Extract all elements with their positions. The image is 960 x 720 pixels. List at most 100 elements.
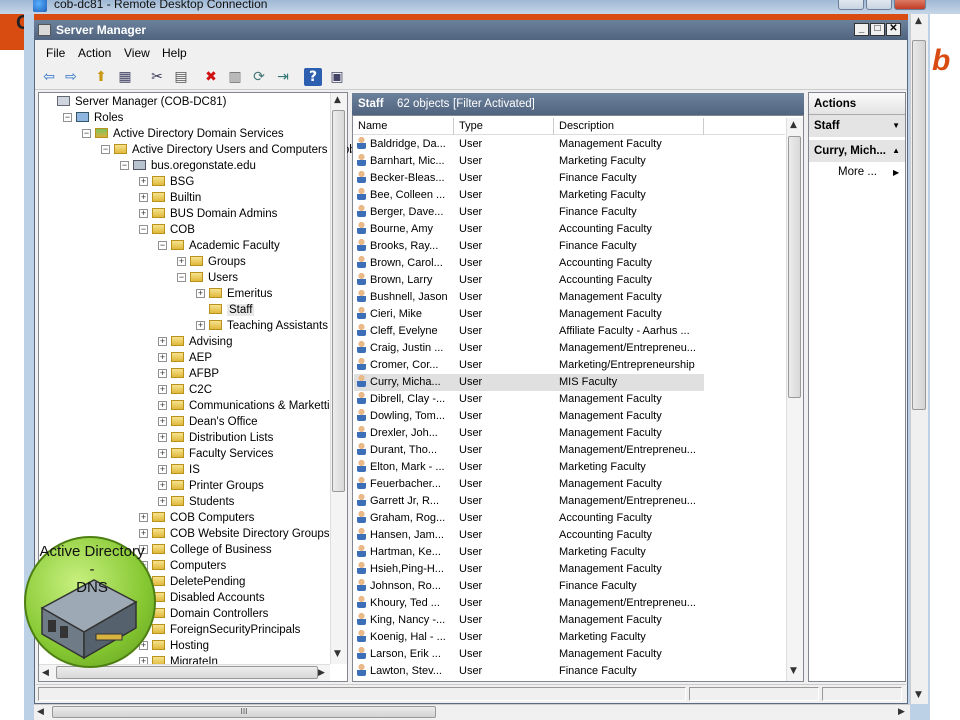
expand-icon[interactable]: + bbox=[158, 433, 167, 443]
tree-node[interactable]: − Roles bbox=[63, 110, 123, 126]
scroll-down-arrow-icon[interactable]: ▼ bbox=[915, 690, 922, 700]
tree-node[interactable]: + Printer Groups bbox=[158, 478, 264, 494]
tree-node[interactable]: + Communications & Marketting bbox=[158, 398, 342, 414]
sm-maximize-button[interactable]: □ bbox=[870, 23, 885, 36]
actions-section-staff[interactable]: Staff ▼ bbox=[809, 115, 905, 137]
tree-node[interactable]: + AFBP bbox=[158, 366, 219, 382]
table-row[interactable]: Curry, Micha... User MIS Faculty bbox=[354, 374, 704, 391]
table-row[interactable]: Cieri, Mike User Management Faculty bbox=[354, 306, 704, 323]
export-list-icon[interactable]: ⇥ bbox=[274, 68, 292, 86]
table-row[interactable]: Bourne, Amy User Accounting Faculty bbox=[354, 221, 704, 238]
table-row[interactable]: Barnhart, Mic... User Marketing Faculty bbox=[354, 153, 704, 170]
table-row[interactable]: Graham, Rog... User Accounting Faculty bbox=[354, 510, 704, 527]
expand-icon[interactable]: + bbox=[177, 257, 186, 267]
show-hide-tree-icon[interactable]: ▦ bbox=[116, 68, 134, 86]
tree-node[interactable]: − Active Directory Users and Computers [ … bbox=[101, 142, 360, 158]
scroll-left-arrow-icon[interactable]: ◀ bbox=[42, 668, 49, 678]
sm-minimize-button[interactable]: _ bbox=[854, 23, 869, 36]
tree-node[interactable]: − bus.oregonstate.edu bbox=[120, 158, 256, 174]
tree-node[interactable]: + AEP bbox=[158, 350, 212, 366]
chevron-up-icon[interactable]: ▲ bbox=[892, 140, 900, 162]
tree-node[interactable]: + Advising bbox=[158, 334, 232, 350]
table-row[interactable]: Drexler, Joh... User Management Faculty bbox=[354, 425, 704, 442]
tree-node[interactable]: + Emeritus bbox=[196, 286, 272, 302]
table-row[interactable]: Bee, Colleen ... User Marketing Faculty bbox=[354, 187, 704, 204]
sm-close-button[interactable]: ✕ bbox=[886, 23, 901, 36]
table-row[interactable]: Becker-Bleas... User Finance Faculty bbox=[354, 170, 704, 187]
tree-node[interactable]: Staff bbox=[196, 302, 255, 318]
tree-node[interactable]: + C2C bbox=[158, 382, 212, 398]
table-row[interactable]: Dowling, Tom... User Management Faculty bbox=[354, 408, 704, 425]
scroll-left-arrow-icon[interactable]: ◀ bbox=[37, 707, 44, 717]
tree-node[interactable]: + College of Business bbox=[139, 542, 272, 558]
tree-node[interactable]: + Faculty Services bbox=[158, 446, 273, 462]
expand-icon[interactable]: + bbox=[158, 401, 167, 411]
table-row[interactable]: Hartman, Ke... User Marketing Faculty bbox=[354, 544, 704, 561]
tree-node[interactable]: + Teaching Assistants bbox=[196, 318, 328, 334]
table-row[interactable]: Berger, Dave... User Finance Faculty bbox=[354, 204, 704, 221]
expand-icon[interactable]: + bbox=[139, 193, 148, 203]
tree-node[interactable]: + IS bbox=[158, 462, 200, 478]
actions-section-user[interactable]: Curry, Mich... ▲ bbox=[809, 140, 905, 162]
expand-icon[interactable]: + bbox=[196, 289, 205, 299]
tree-node[interactable]: + Students bbox=[158, 494, 234, 510]
expand-icon[interactable]: + bbox=[158, 481, 167, 491]
expand-icon[interactable]: + bbox=[158, 385, 167, 395]
scroll-right-arrow-icon[interactable]: ▶ bbox=[318, 668, 325, 678]
tree-node[interactable]: + COB Website Directory Groups bbox=[139, 526, 330, 542]
tree-node[interactable]: − Academic Faculty bbox=[158, 238, 280, 254]
tree-node[interactable]: − Active Directory Domain Services bbox=[82, 126, 284, 142]
back-arrow-icon[interactable]: ⇦ bbox=[40, 68, 58, 86]
column-header-type[interactable]: Type bbox=[454, 118, 554, 135]
table-row[interactable]: Khoury, Ted ... User Management/Entreprene… bbox=[354, 595, 704, 612]
scroll-up-arrow-icon[interactable]: ▲ bbox=[790, 120, 797, 130]
tree-node[interactable]: + Groups bbox=[177, 254, 246, 270]
tree-node[interactable]: +Disabled Accounts bbox=[139, 590, 265, 606]
table-row[interactable]: Dibrell, Clay -... User Management Faculty bbox=[354, 391, 704, 408]
tree-node[interactable]: + BSG bbox=[139, 174, 194, 190]
table-row[interactable]: Larson, Erik ... User Management Faculty bbox=[354, 646, 704, 663]
tree-node[interactable]: +ForeignSecurityPrincipals bbox=[139, 622, 300, 638]
table-row[interactable]: Lawton, Stev... User Finance Faculty bbox=[354, 663, 704, 680]
table-row[interactable]: Durant, Tho... User Management/Entrepreneu… bbox=[354, 442, 704, 459]
cut-icon[interactable]: ✂ bbox=[148, 68, 166, 86]
expand-icon[interactable]: + bbox=[158, 497, 167, 507]
more-actions-item[interactable]: More ... ▶ bbox=[838, 166, 899, 178]
table-row[interactable]: Bushnell, Jason User Management Faculty bbox=[354, 289, 704, 306]
menu-file[interactable]: File bbox=[46, 46, 65, 60]
copy-icon[interactable]: ▤ bbox=[172, 68, 190, 86]
rdp-title-bar[interactable]: cob-dc81 - Remote Desktop Connection bbox=[0, 0, 960, 14]
tree-node[interactable]: + Dean's Office bbox=[158, 414, 257, 430]
rdp-vertical-scroll-thumb[interactable] bbox=[912, 40, 926, 410]
tree-node[interactable]: + Builtin bbox=[139, 190, 201, 206]
tree-node[interactable]: − Users bbox=[177, 270, 238, 286]
delete-icon[interactable]: ✖ bbox=[202, 68, 220, 86]
table-row[interactable]: Koenig, Hal - ... User Marketing Faculty bbox=[354, 629, 704, 646]
table-row[interactable]: Cleff, Evelyne User Affiliate Faculty - Aa… bbox=[354, 323, 704, 340]
expand-icon[interactable]: + bbox=[139, 209, 148, 219]
refresh-icon[interactable]: ⟳ bbox=[250, 68, 268, 86]
menu-help[interactable]: Help bbox=[162, 46, 187, 60]
properties-icon[interactable]: ▥ bbox=[226, 68, 244, 86]
tree-node[interactable]: − COB bbox=[139, 222, 195, 238]
scroll-up-arrow-icon[interactable]: ▲ bbox=[334, 95, 341, 105]
collapse-icon[interactable]: − bbox=[139, 225, 148, 235]
expand-icon[interactable]: + bbox=[158, 337, 167, 347]
table-row[interactable]: Garrett Jr, R... User Management/Entrepren… bbox=[354, 493, 704, 510]
tree-node[interactable]: +Domain Controllers bbox=[139, 606, 268, 622]
up-folder-icon[interactable]: ⬆ bbox=[92, 68, 110, 86]
help-icon[interactable]: ? bbox=[304, 68, 322, 86]
collapse-icon[interactable]: − bbox=[177, 273, 186, 283]
expand-icon[interactable]: + bbox=[158, 417, 167, 427]
list-vertical-scroll-thumb[interactable] bbox=[788, 136, 801, 398]
expand-icon[interactable]: + bbox=[196, 321, 205, 331]
rdp-maximize-button[interactable] bbox=[866, 0, 892, 10]
show-action-pane-icon[interactable]: ▣ bbox=[328, 68, 346, 86]
chevron-down-icon[interactable]: ▼ bbox=[892, 115, 900, 137]
rdp-horizontal-scroll-thumb[interactable]: III bbox=[52, 706, 436, 718]
scroll-up-arrow-icon[interactable]: ▲ bbox=[915, 16, 922, 26]
expand-icon[interactable]: + bbox=[158, 449, 167, 459]
expand-icon[interactable]: + bbox=[158, 353, 167, 363]
scroll-right-arrow-icon[interactable]: ▶ bbox=[898, 707, 905, 717]
scroll-down-arrow-icon[interactable]: ▼ bbox=[334, 649, 341, 659]
